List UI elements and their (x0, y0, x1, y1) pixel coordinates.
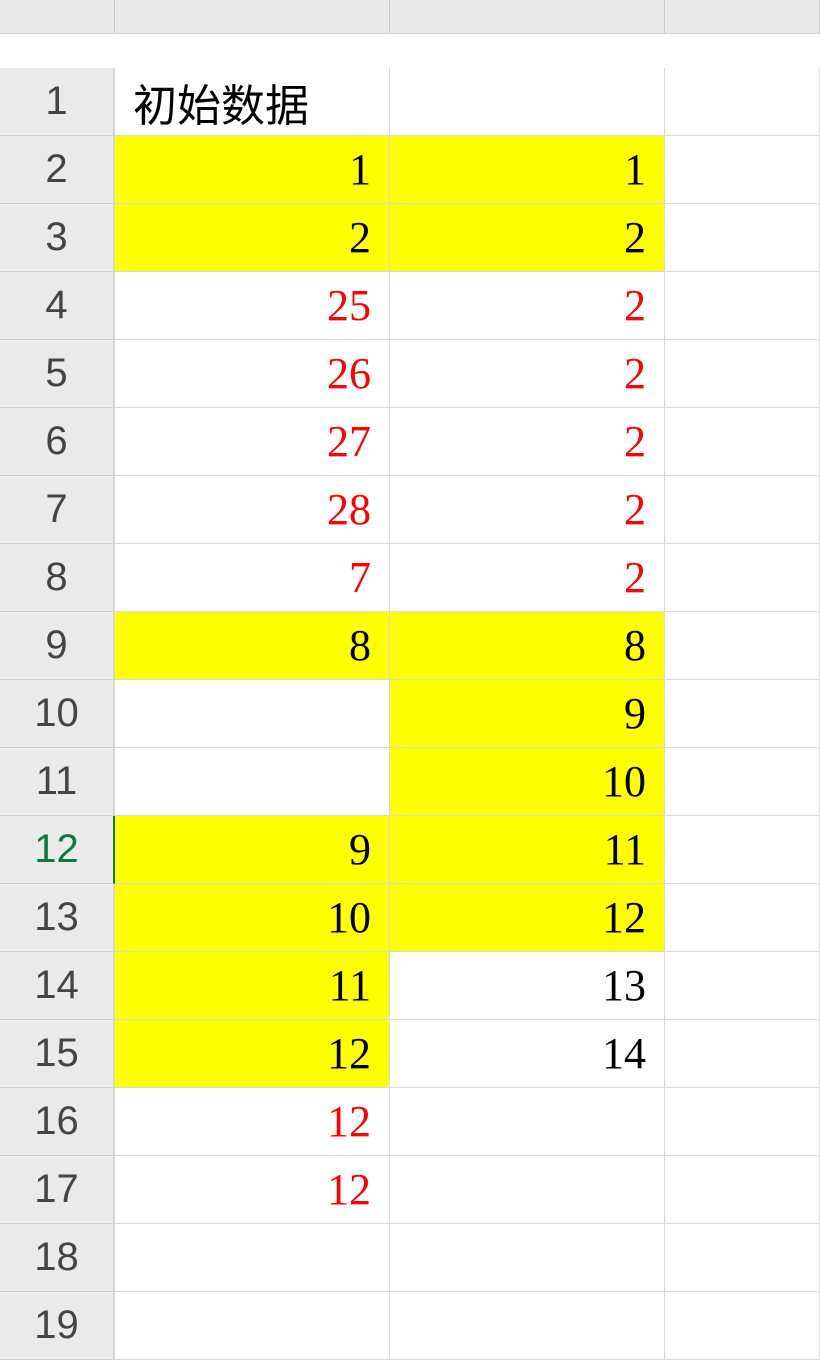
spreadsheet-grid[interactable]: 1初始数据21132242525262627272828729881091110… (0, 0, 820, 1360)
cell[interactable] (390, 68, 665, 136)
cell[interactable]: 1 (390, 136, 665, 204)
cell[interactable] (115, 1224, 390, 1292)
row-header[interactable]: 6 (0, 408, 115, 476)
cell[interactable]: 7 (115, 544, 390, 612)
cell[interactable]: 10 (115, 884, 390, 952)
cell[interactable] (665, 1020, 820, 1088)
col-header-b[interactable] (390, 0, 665, 34)
cell[interactable] (390, 1156, 665, 1224)
cell[interactable] (390, 1292, 665, 1360)
row-header[interactable]: 2 (0, 136, 115, 204)
cell[interactable]: 13 (390, 952, 665, 1020)
row-header[interactable]: 8 (0, 544, 115, 612)
cell[interactable]: 9 (115, 816, 390, 884)
col-header-c[interactable] (665, 0, 820, 34)
row-header[interactable]: 16 (0, 1088, 115, 1156)
cell[interactable] (665, 340, 820, 408)
row-header[interactable]: 1 (0, 68, 115, 136)
row-header[interactable]: 10 (0, 680, 115, 748)
row-header[interactable]: 17 (0, 1156, 115, 1224)
cell[interactable]: 12 (115, 1020, 390, 1088)
cell[interactable] (665, 1224, 820, 1292)
cell[interactable] (665, 136, 820, 204)
row-header[interactable]: 4 (0, 272, 115, 340)
cell[interactable]: 26 (115, 340, 390, 408)
row-header[interactable]: 7 (0, 476, 115, 544)
cell[interactable]: 11 (115, 952, 390, 1020)
cell[interactable] (115, 680, 390, 748)
cell[interactable] (665, 612, 820, 680)
cell[interactable]: 2 (390, 408, 665, 476)
row-header[interactable]: 11 (0, 748, 115, 816)
cell[interactable]: 28 (115, 476, 390, 544)
cell[interactable] (390, 1224, 665, 1292)
cell[interactable]: 2 (390, 544, 665, 612)
row-header[interactable]: 9 (0, 612, 115, 680)
cell[interactable] (665, 1156, 820, 1224)
col-header-a[interactable] (115, 0, 390, 34)
row-header[interactable]: 14 (0, 952, 115, 1020)
cell[interactable] (665, 272, 820, 340)
cell[interactable]: 11 (390, 816, 665, 884)
cell[interactable]: 2 (390, 476, 665, 544)
cell[interactable]: 2 (390, 204, 665, 272)
row-header[interactable]: 19 (0, 1292, 115, 1360)
cell[interactable] (665, 204, 820, 272)
row-header[interactable]: 3 (0, 204, 115, 272)
row-header[interactable]: 13 (0, 884, 115, 952)
cell[interactable] (665, 748, 820, 816)
cell[interactable] (665, 952, 820, 1020)
cell[interactable] (390, 1088, 665, 1156)
cell[interactable] (665, 1088, 820, 1156)
cell[interactable]: 2 (390, 272, 665, 340)
cell[interactable] (115, 748, 390, 816)
cell[interactable]: 12 (390, 884, 665, 952)
select-all-corner[interactable] (0, 0, 115, 34)
cell[interactable]: 9 (390, 680, 665, 748)
cell[interactable]: 14 (390, 1020, 665, 1088)
cell[interactable] (665, 884, 820, 952)
cell[interactable] (665, 476, 820, 544)
cell[interactable]: 27 (115, 408, 390, 476)
cell[interactable]: 2 (390, 340, 665, 408)
cell[interactable] (665, 68, 820, 136)
cell[interactable]: 1 (115, 136, 390, 204)
cell[interactable] (665, 680, 820, 748)
row-header[interactable]: 15 (0, 1020, 115, 1088)
cell[interactable]: 12 (115, 1088, 390, 1156)
row-header[interactable]: 12 (0, 816, 115, 884)
row-header[interactable]: 18 (0, 1224, 115, 1292)
cell[interactable] (665, 408, 820, 476)
cell[interactable] (115, 1292, 390, 1360)
cell[interactable] (665, 544, 820, 612)
cell[interactable]: 12 (115, 1156, 390, 1224)
column-header-row (0, 0, 820, 34)
cell[interactable]: 25 (115, 272, 390, 340)
cell[interactable]: 初始数据 (115, 68, 390, 136)
cell[interactable]: 10 (390, 748, 665, 816)
cell[interactable]: 2 (115, 204, 390, 272)
cell[interactable]: 8 (115, 612, 390, 680)
row-header[interactable]: 5 (0, 340, 115, 408)
cell[interactable] (665, 1292, 820, 1360)
cell[interactable]: 8 (390, 612, 665, 680)
cell[interactable] (665, 816, 820, 884)
